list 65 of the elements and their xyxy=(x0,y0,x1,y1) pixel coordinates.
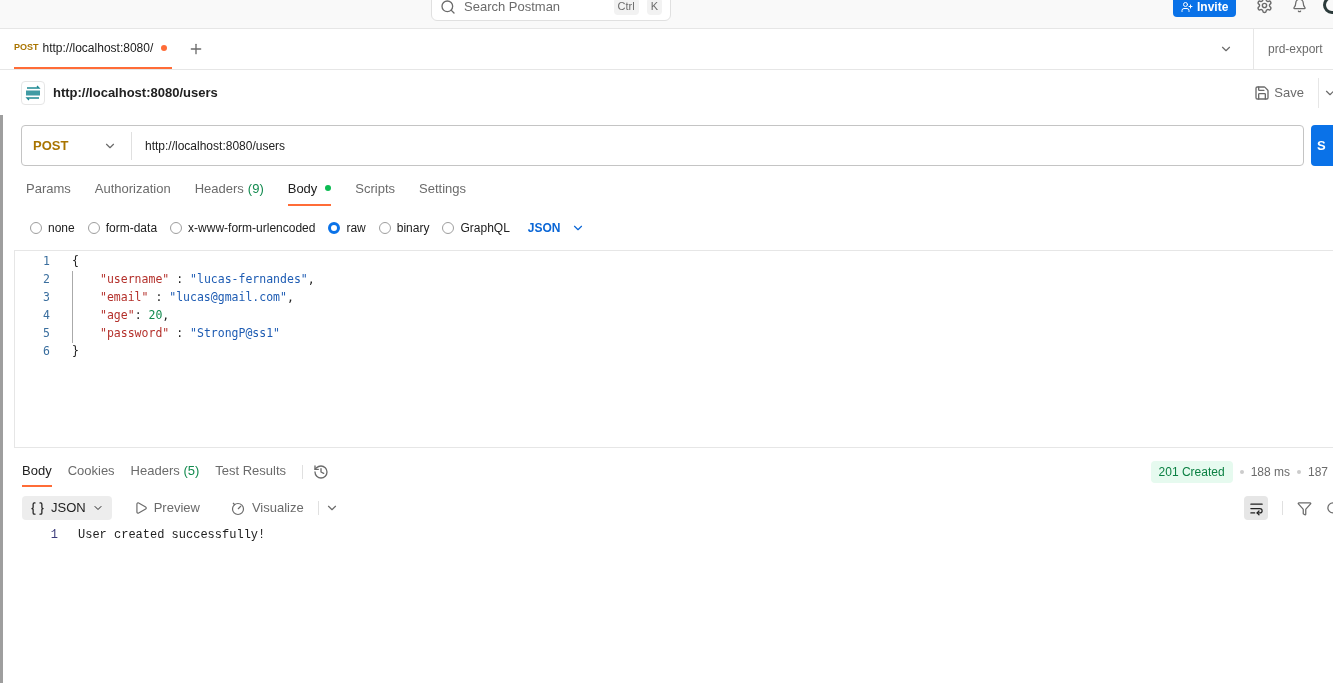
url-input[interactable]: http://localhost:8080/users xyxy=(132,136,286,155)
response-tab[interactable]: Headers (5) xyxy=(130,456,200,488)
line-number: 1 xyxy=(49,527,58,544)
code-line: "password" : "StrongP@ss1" xyxy=(72,325,281,343)
response-view-button[interactable]: Visualize xyxy=(221,496,312,520)
search-input[interactable]: Search Postman xyxy=(464,0,606,17)
response-text: User created successfully! xyxy=(78,527,266,544)
body-type-radio[interactable]: none xyxy=(30,219,75,237)
play-icon xyxy=(133,501,148,515)
notification-icon[interactable] xyxy=(1292,0,1307,13)
shortcut-key: K xyxy=(646,0,662,15)
new-tab-icon[interactable] xyxy=(188,41,204,57)
url-bar[interactable]: POST http://localhost:8080/users xyxy=(21,125,1304,166)
send-button[interactable]: S xyxy=(1311,125,1333,166)
request-option-tab[interactable]: Settings xyxy=(419,178,467,206)
settings-icon[interactable] xyxy=(1256,0,1273,14)
body-type-radio[interactable]: x-www-form-urlencoded xyxy=(170,219,316,237)
response-view-button[interactable]: Preview xyxy=(125,496,208,520)
method-selector[interactable]: POST xyxy=(22,131,132,160)
body-type-radio[interactable]: raw xyxy=(328,219,366,237)
response-view-button[interactable]: JSON xyxy=(22,496,112,520)
line-number: 4 xyxy=(42,307,51,325)
request-option-tab[interactable]: Headers (9) xyxy=(194,178,264,206)
wrap-icon xyxy=(1248,500,1264,516)
code-line: "email" : "lucas@gmail.com", xyxy=(72,289,294,307)
line-number: 5 xyxy=(42,325,51,343)
request-option-tab[interactable]: Authorization xyxy=(94,178,171,206)
search-bar[interactable]: Search Postman Ctrl K xyxy=(431,0,671,21)
body-type-radio[interactable]: binary xyxy=(378,219,430,237)
format-dropdown[interactable]: JSON xyxy=(527,219,585,237)
braces-icon xyxy=(30,500,45,516)
shortcut-key: Ctrl xyxy=(613,0,639,15)
search-icon xyxy=(440,0,456,15)
filter-icon[interactable] xyxy=(1297,500,1312,516)
response-time: 188 ms xyxy=(1250,464,1290,481)
method-label: POST xyxy=(14,41,39,55)
response-tab[interactable]: Test Results xyxy=(215,456,287,488)
wrap-button[interactable] xyxy=(1244,496,1268,520)
code-line: "username" : "lucas-fernandes", xyxy=(72,271,315,289)
request-tab[interactable]: POST http://localhost:8080/ xyxy=(14,29,172,69)
response-size: 187 xyxy=(1308,464,1330,481)
response-tab[interactable]: Cookies xyxy=(67,456,115,488)
line-number: 3 xyxy=(42,289,51,307)
history-icon[interactable] xyxy=(313,464,330,480)
add-user-icon xyxy=(1181,1,1193,13)
code-line: } xyxy=(72,343,79,361)
request-option-tab[interactable]: Scripts xyxy=(355,178,396,206)
save-icon xyxy=(1254,85,1271,101)
invite-button[interactable]: Invite xyxy=(1173,0,1237,17)
response-tab[interactable]: Body xyxy=(22,456,52,488)
request-option-tab[interactable]: Body xyxy=(287,178,332,206)
request-title: http://localhost:8080/users xyxy=(53,84,218,103)
tab-title: http://localhost:8080/ xyxy=(42,40,154,57)
line-number: 1 xyxy=(42,253,51,271)
code-line: { xyxy=(72,253,79,271)
body-type-radio[interactable]: form-data xyxy=(87,219,158,237)
body-type-radio[interactable]: GraphQL xyxy=(442,219,510,237)
line-number: 6 xyxy=(42,343,51,361)
line-number: 2 xyxy=(42,271,51,289)
environment-selector[interactable]: prd-export xyxy=(1268,40,1323,58)
code-line: "age": 20, xyxy=(72,307,170,325)
request-option-tab[interactable]: Params xyxy=(26,178,71,206)
http-icon xyxy=(21,81,45,105)
save-button[interactable]: Save xyxy=(1254,83,1304,103)
status-badge: 201 Created xyxy=(1150,461,1233,483)
